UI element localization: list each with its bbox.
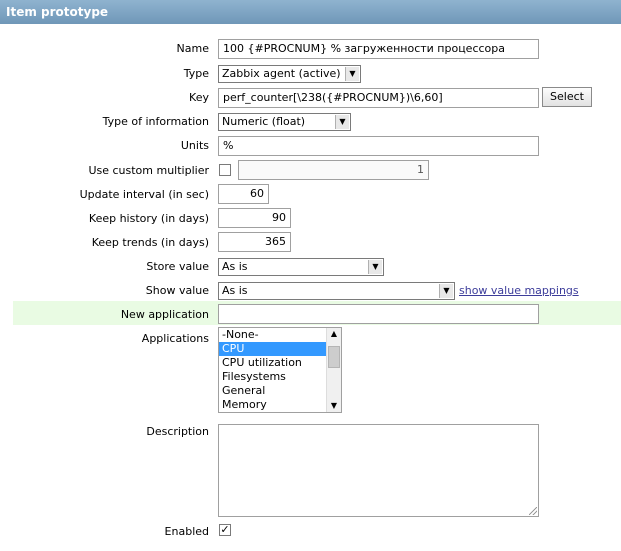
type-of-information-label: Type of information: [102, 115, 209, 128]
update-interval-label: Update interval (in sec): [79, 188, 209, 201]
type-of-information-select[interactable]: Numeric (float) ▼: [218, 113, 351, 131]
keep-history-label: Keep history (in days): [88, 212, 209, 225]
enabled-label: Enabled: [164, 525, 209, 538]
list-item[interactable]: CPU utilization: [219, 356, 326, 370]
units-input[interactable]: %: [218, 136, 539, 156]
type-label: Type: [183, 67, 209, 80]
resize-grip-icon[interactable]: [529, 507, 537, 515]
store-value-label: Store value: [146, 260, 209, 273]
show-value-label: Show value: [145, 284, 209, 297]
units-label: Units: [180, 139, 209, 152]
list-item[interactable]: CPU: [219, 342, 326, 356]
update-interval-input[interactable]: 60: [218, 184, 269, 204]
type-select-value: Zabbix agent (active): [222, 67, 341, 80]
keep-trends-label: Keep trends (in days): [91, 236, 209, 249]
name-input[interactable]: 100 {#PROCNUM} % загруженности процессор…: [218, 39, 539, 59]
chevron-down-icon: ▼: [368, 260, 382, 274]
key-label: Key: [189, 91, 209, 104]
store-value-value: As is: [222, 260, 248, 273]
chevron-down-icon: ▼: [335, 115, 349, 129]
scroll-down-icon[interactable]: ▼: [327, 400, 341, 412]
show-value-value: As is: [222, 284, 248, 297]
list-item[interactable]: -None-: [219, 328, 326, 342]
store-value-select[interactable]: As is ▼: [218, 258, 384, 276]
applications-label: Applications: [141, 332, 209, 345]
custom-multiplier-label: Use custom multiplier: [88, 164, 209, 177]
keep-trends-input[interactable]: 365: [218, 232, 291, 252]
key-input[interactable]: perf_counter[\238({#PROCNUM})\6,60]: [218, 88, 539, 108]
scrollbar-thumb[interactable]: [328, 346, 340, 368]
name-label: Name: [176, 42, 209, 55]
show-value-mappings-link[interactable]: show value mappings: [459, 284, 579, 297]
list-item[interactable]: Memory: [219, 398, 326, 412]
custom-multiplier-input[interactable]: 1: [238, 160, 429, 180]
enabled-checkbox[interactable]: ✓: [219, 524, 231, 536]
description-textarea[interactable]: [218, 424, 539, 517]
type-of-information-value: Numeric (float): [222, 115, 306, 128]
form-header: Item prototype: [0, 0, 621, 24]
chevron-down-icon: ▼: [439, 284, 453, 298]
keep-history-input[interactable]: 90: [218, 208, 291, 228]
custom-multiplier-checkbox[interactable]: [219, 164, 231, 176]
list-item[interactable]: General: [219, 384, 326, 398]
type-select[interactable]: Zabbix agent (active) ▼: [218, 65, 361, 83]
applications-scrollbar[interactable]: ▲ ▼: [326, 328, 341, 412]
applications-listbox[interactable]: -None- CPU CPU utilization Filesystems G…: [218, 327, 342, 413]
chevron-down-icon: ▼: [345, 67, 359, 81]
list-item[interactable]: Filesystems: [219, 370, 326, 384]
key-select-button[interactable]: Select: [542, 87, 592, 107]
new-application-label: New application: [120, 308, 209, 321]
show-value-select[interactable]: As is ▼: [218, 282, 455, 300]
scroll-up-icon[interactable]: ▲: [327, 328, 341, 340]
new-application-input[interactable]: [218, 304, 539, 324]
description-label: Description: [146, 425, 209, 438]
